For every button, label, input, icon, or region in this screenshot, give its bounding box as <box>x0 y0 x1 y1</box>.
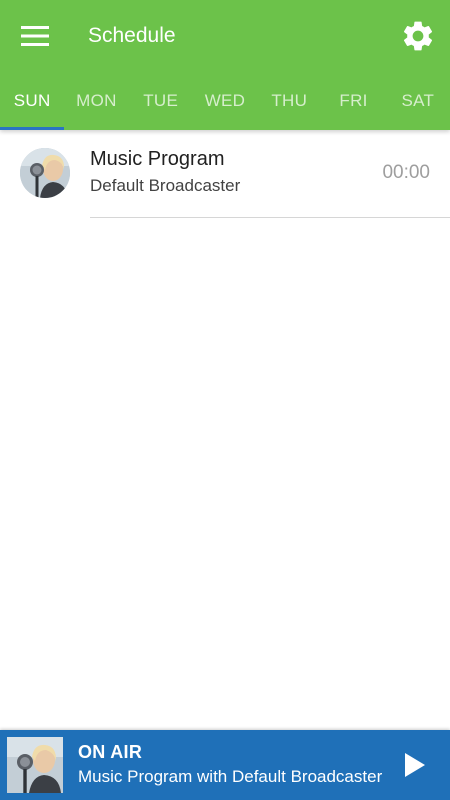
tab-fri[interactable]: FRI <box>321 72 385 130</box>
tab-sun[interactable]: SUN <box>0 72 65 130</box>
tab-label: TUE <box>143 91 179 110</box>
menu-button[interactable] <box>14 18 56 54</box>
tab-label: SAT <box>401 91 435 110</box>
tab-thu[interactable]: THU <box>257 72 321 130</box>
tab-label: FRI <box>339 91 368 110</box>
now-playing-title: Music Program with Default Broadcaster <box>78 767 383 786</box>
page-title: Schedule <box>88 24 176 47</box>
hamburger-menu-icon <box>21 26 49 46</box>
schedule-item[interactable]: Music Program Default Broadcaster 00:00 <box>0 130 450 218</box>
tab-label: THU <box>271 91 308 110</box>
tab-label: WED <box>204 91 246 110</box>
broadcaster-photo <box>7 737 63 793</box>
settings-button[interactable] <box>396 14 440 58</box>
play-icon <box>405 753 425 777</box>
play-button[interactable] <box>400 750 430 780</box>
broadcaster-photo <box>20 148 70 198</box>
tab-sat[interactable]: SAT <box>386 72 450 130</box>
tab-wed[interactable]: WED <box>193 72 257 130</box>
app-bar: Schedule SUN MON TUE WED THU FRI SAT <box>0 0 450 130</box>
tab-tue[interactable]: TUE <box>129 72 193 130</box>
now-playing-bar[interactable]: ON AIR Music Program with Default Broadc… <box>0 730 450 800</box>
tab-label: MON <box>76 91 117 110</box>
day-tabs: SUN MON TUE WED THU FRI SAT <box>0 72 450 130</box>
active-tab-indicator <box>0 127 65 130</box>
now-playing-artwork <box>7 737 63 793</box>
tab-mon[interactable]: MON <box>64 72 128 130</box>
tab-label: SUN <box>13 91 51 110</box>
app-screen: Schedule SUN MON TUE WED THU FRI SAT Mus… <box>0 0 450 800</box>
schedule-list: Music Program Default Broadcaster 00:00 <box>0 130 450 218</box>
on-air-label: ON AIR <box>78 742 143 762</box>
broadcaster-name: Default Broadcaster <box>90 176 241 195</box>
program-title: Music Program <box>90 148 225 170</box>
broadcaster-avatar <box>20 148 70 198</box>
list-divider <box>90 217 450 218</box>
gear-icon <box>403 21 433 51</box>
program-time: 00:00 <box>382 162 430 183</box>
